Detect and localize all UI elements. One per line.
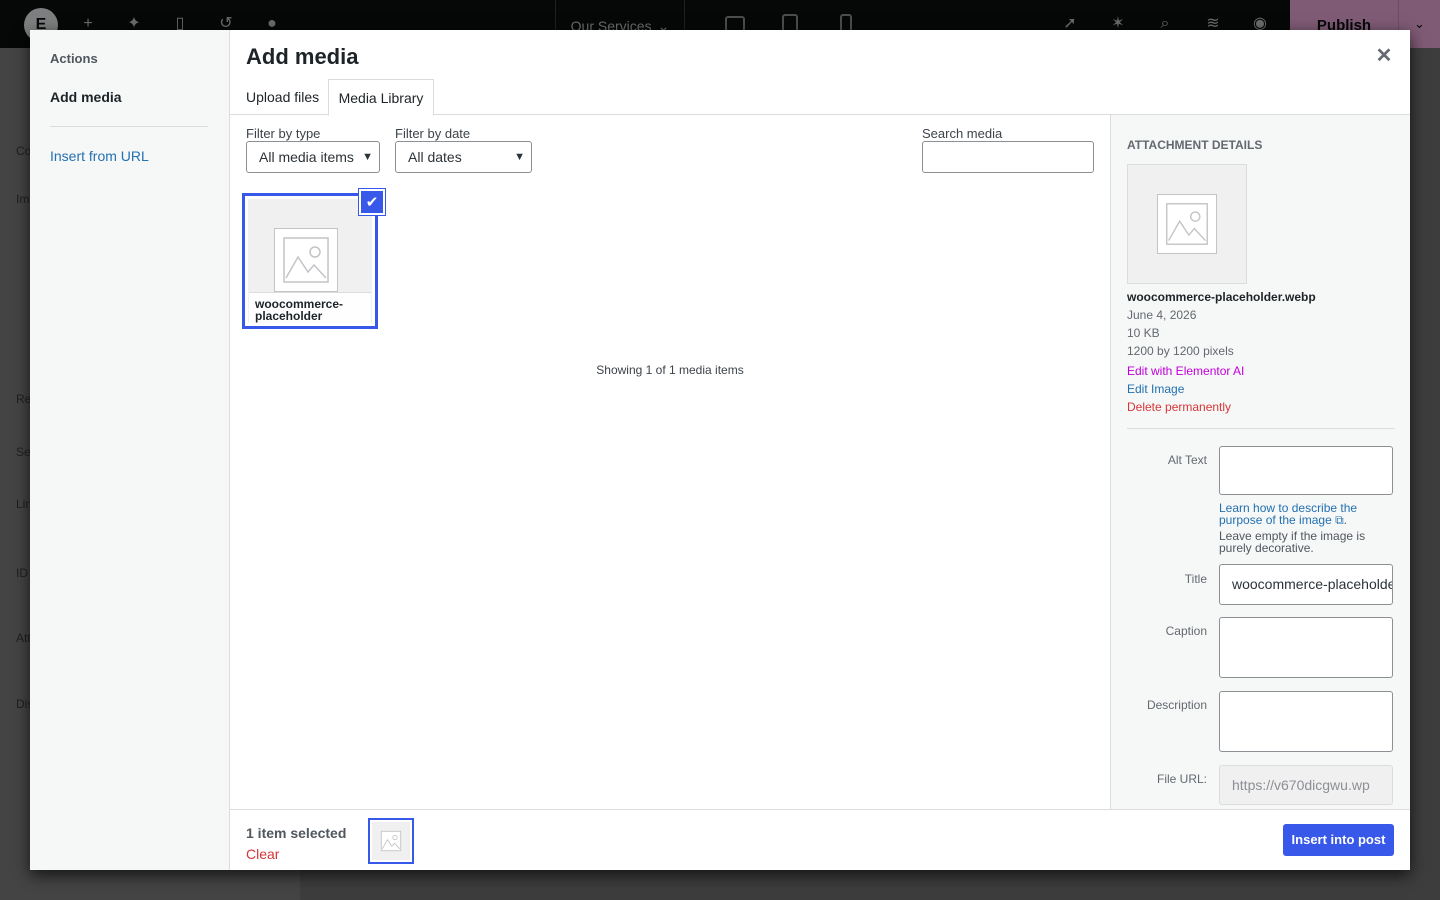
filter-type-label: Filter by type	[246, 126, 321, 141]
filter-type-value: All media items	[259, 149, 354, 165]
image-placeholder-icon	[380, 830, 402, 852]
search-media-label: Search media	[922, 126, 1003, 141]
media-toolbar: 1 item selected Clear Insert into post	[230, 809, 1410, 870]
details-separator	[1127, 428, 1395, 429]
alt-note: Leave empty if the image is purely decor…	[1219, 529, 1366, 555]
file-url-label: File URL:	[1156, 772, 1207, 786]
details-date: June 4, 2026	[1127, 308, 1197, 322]
selection-count: 1 item selected	[246, 825, 347, 841]
menu-heading: Actions	[50, 51, 98, 66]
filter-type-select[interactable]: All media items ▼	[246, 141, 380, 173]
clear-selection-link[interactable]: Clear	[246, 846, 279, 862]
file-url-field[interactable]: https://v670dicgwu.wp	[1219, 765, 1393, 805]
checkmark-icon[interactable]: ✔	[359, 189, 385, 215]
alt-text-field[interactable]	[1219, 446, 1393, 495]
description-label: Description	[1146, 698, 1207, 712]
filter-date-label: Filter by date	[395, 126, 471, 141]
attachment-details-heading: Attachment Details	[1127, 138, 1263, 152]
close-icon[interactable]: ✕	[1372, 44, 1396, 68]
attachment-details-sidebar: Attachment Details woocommerce-placehold…	[1110, 115, 1410, 809]
menu-separator	[50, 126, 208, 127]
external-link-icon: ⧉	[1335, 513, 1344, 527]
image-placeholder-icon	[1157, 194, 1217, 254]
details-thumbnail	[1127, 164, 1247, 284]
tab-upload-files[interactable]: Upload files	[246, 79, 319, 115]
media-router: Upload files Media Library	[230, 79, 1410, 116]
edit-image-link[interactable]: Edit Image	[1127, 382, 1184, 396]
media-modal: Actions Add media Insert from URL Add me…	[30, 30, 1410, 870]
details-dimensions: 1200 by 1200 pixels	[1127, 344, 1234, 358]
attachment-item[interactable]: woocommerce-placeholder ✔	[242, 189, 385, 329]
alt-text-label: Alt Text	[1167, 453, 1207, 467]
media-menu: Actions Add media Insert from URL	[30, 30, 230, 870]
search-media-input[interactable]	[922, 141, 1094, 173]
menu-item-insert-from-url[interactable]: Insert from URL	[50, 148, 149, 164]
insert-into-post-button[interactable]: Insert into post	[1283, 824, 1394, 856]
media-library-content: Filter by type All media items ▼ Filter …	[230, 115, 1110, 809]
attachment-filename: woocommerce-placeholder	[249, 292, 371, 326]
menu-item-add-media[interactable]: Add media	[50, 89, 122, 105]
media-count: Showing 1 of 1 media items	[596, 363, 744, 377]
details-size: 10 KB	[1127, 326, 1160, 340]
delete-permanently-link[interactable]: Delete permanently	[1127, 400, 1231, 414]
caption-label: Caption	[1165, 624, 1207, 638]
title-label: Title	[1184, 572, 1207, 586]
image-placeholder-icon	[274, 228, 338, 292]
details-filename: woocommerce-placeholder.webp	[1127, 290, 1316, 304]
selected-thumbnail[interactable]	[368, 818, 414, 864]
chevron-down-icon: ▼	[362, 151, 373, 163]
title-field[interactable]: woocommerce-placeholder	[1219, 564, 1393, 605]
alt-help-text: Learn how to describe the purpose of the…	[1219, 502, 1393, 526]
filter-date-value: All dates	[408, 149, 462, 165]
filter-date-select[interactable]: All dates ▼	[395, 141, 532, 173]
alt-help-suffix: .	[1343, 513, 1348, 527]
chevron-down-icon: ▼	[514, 151, 525, 163]
edit-with-ai-link[interactable]: Edit with Elementor AI	[1127, 364, 1244, 378]
caption-field[interactable]	[1219, 617, 1393, 678]
modal-title: Add media	[246, 44, 359, 69]
tab-media-library[interactable]: Media Library	[328, 79, 434, 116]
description-field[interactable]	[1219, 691, 1393, 752]
